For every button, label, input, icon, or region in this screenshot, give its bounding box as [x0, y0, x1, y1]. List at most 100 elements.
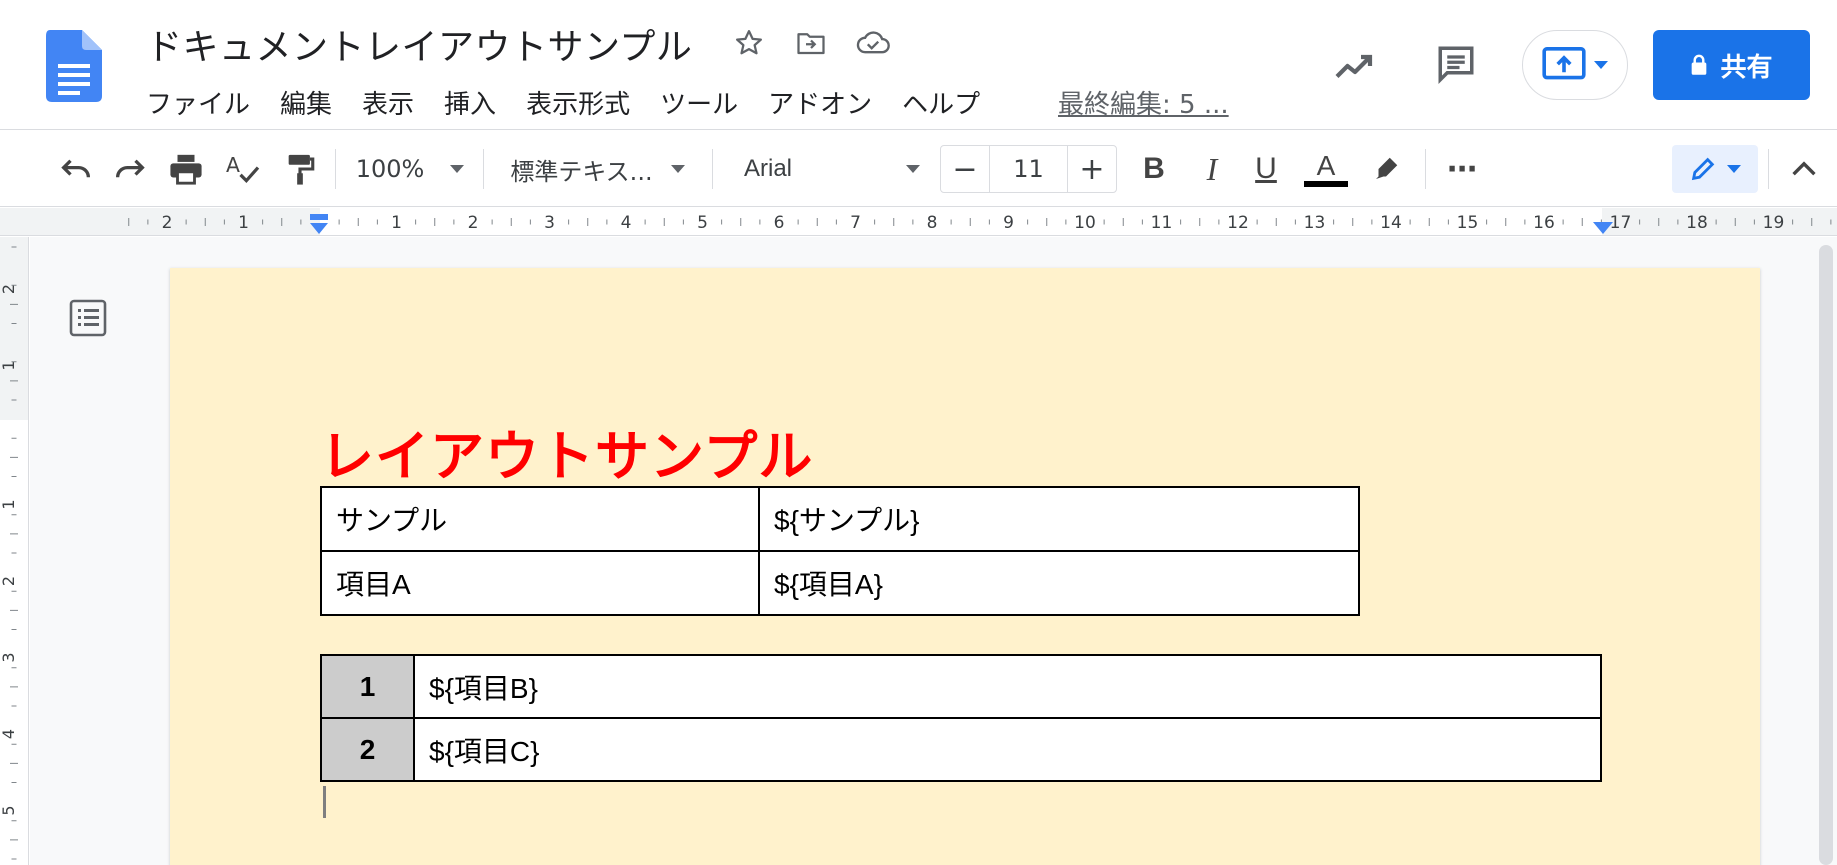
toolbar-divider [335, 149, 336, 189]
increase-font-size-button[interactable]: + [1068, 146, 1116, 192]
ruler-label: 5 [697, 213, 708, 233]
highlight-icon[interactable] [1362, 145, 1410, 193]
table-row: サンプル ${サンプル} [320, 486, 1360, 552]
font-select[interactable]: Arial [732, 145, 924, 193]
header: ドキュメントレイアウトサンプル ファイル 編集 表示 挿入 表示形式 ツール ア… [0, 0, 1837, 130]
vruler-ticks: 2112345 [0, 246, 18, 860]
ruler-label: 5 [0, 805, 18, 815]
last-edit-link[interactable]: 最終編集: 5 ... [1058, 80, 1229, 125]
menu-tools[interactable]: ツール [645, 80, 753, 125]
right-indent-marker[interactable] [1591, 220, 1615, 236]
table-number-cell[interactable]: 1 [320, 654, 415, 719]
menu-file[interactable]: ファイル [144, 80, 265, 125]
chevron-down-icon [1727, 165, 1741, 173]
ruler-label: 7 [850, 213, 861, 233]
lock-icon [1692, 54, 1707, 75]
ruler-label: 4 [621, 213, 632, 233]
toolbar-divider [1425, 149, 1426, 189]
toolbar-divider [1768, 149, 1769, 189]
document-outline-icon[interactable] [68, 298, 108, 338]
table-cell[interactable]: 項目A [320, 550, 760, 616]
ruler-label: 1 [391, 213, 402, 233]
table-cell[interactable]: ${項目A} [758, 550, 1360, 616]
table-row: 項目A ${項目A} [320, 550, 1360, 616]
font-size-input[interactable]: 11 [989, 146, 1068, 192]
style-select[interactable]: 標準テキス... [500, 145, 695, 193]
cloud-saved-icon[interactable] [856, 26, 890, 60]
bold-icon[interactable]: B [1130, 145, 1178, 193]
menu-format[interactable]: 表示形式 [511, 80, 645, 125]
numbered-table: 1 ${項目B} 2 ${項目C} [320, 654, 1602, 782]
font-value: Arial [744, 155, 793, 182]
ruler-label: 3 [544, 213, 555, 233]
text-color-icon: A [1316, 150, 1336, 181]
ruler-label: 11 [1151, 213, 1173, 233]
comments-icon[interactable] [1430, 38, 1482, 90]
ruler-label: 2 [162, 213, 173, 233]
ruler-label: 18 [1686, 213, 1708, 233]
undo-icon[interactable] [52, 145, 100, 193]
table-cell[interactable]: サンプル [320, 486, 760, 552]
ruler-label: 4 [0, 729, 18, 739]
ruler-label: 2 [0, 576, 18, 586]
spellcheck-icon[interactable]: A [218, 145, 266, 193]
toolbar: A 100% 標準テキス... Arial [0, 131, 1837, 207]
activity-trend-icon[interactable] [1329, 40, 1381, 92]
text-color-button[interactable]: A [1300, 145, 1352, 193]
table-cell[interactable]: ${項目C} [413, 717, 1602, 782]
move-to-folder-icon[interactable] [794, 26, 828, 60]
menu-help[interactable]: ヘルプ [887, 80, 995, 125]
vertical-scrollbar[interactable] [1819, 245, 1833, 865]
document-heading[interactable]: レイアウトサンプル [320, 412, 813, 491]
ruler-label: 13 [1304, 213, 1326, 233]
zoom-select[interactable]: 100% [350, 145, 470, 193]
underline-icon[interactable]: U [1242, 145, 1290, 193]
google-docs-logo[interactable] [46, 30, 102, 102]
font-size-control: − 11 + [940, 145, 1117, 193]
info-table: サンプル ${サンプル} 項目A ${項目A} [320, 486, 1360, 616]
toolbar-divider [712, 149, 713, 189]
ruler-label: 2 [468, 213, 479, 233]
ruler-label: 1 [0, 499, 18, 509]
chevron-down-icon [450, 165, 465, 173]
paint-format-icon[interactable] [276, 145, 324, 193]
redo-icon[interactable] [106, 145, 154, 193]
style-value: 標準テキス... [510, 157, 653, 186]
ruler-label: 10 [1074, 213, 1096, 233]
present-button[interactable] [1522, 30, 1628, 100]
italic-icon[interactable]: I [1188, 145, 1236, 193]
menu-bar: ファイル 編集 表示 挿入 表示形式 ツール アドオン ヘルプ [144, 80, 995, 125]
ruler-label: 3 [0, 652, 18, 662]
svg-text:A: A [226, 153, 240, 177]
menu-addons[interactable]: アドオン [753, 80, 887, 125]
ruler-label: 14 [1380, 213, 1402, 233]
table-row: 2 ${項目C} [320, 717, 1602, 782]
text-color-swatch [1304, 181, 1348, 187]
ruler-label: 19 [1763, 213, 1785, 233]
left-indent-marker[interactable] [306, 214, 332, 236]
print-icon[interactable] [162, 145, 210, 193]
zoom-value: 100% [355, 155, 425, 183]
menu-view[interactable]: 表示 [347, 80, 429, 125]
collapse-menus-icon[interactable] [1780, 145, 1828, 193]
menu-insert[interactable]: 挿入 [429, 80, 511, 125]
table-row: 1 ${項目B} [320, 654, 1602, 719]
present-icon [1542, 47, 1586, 80]
table-cell[interactable]: ${項目B} [413, 654, 1602, 719]
horizontal-ruler[interactable]: 2 1 1 2 3 4 5 6 7 8 9 10 11 12 13 14 15 16 17 18 19 [0, 208, 1837, 236]
ruler-ticks: 2 1 1 2 3 4 5 6 7 8 9 10 11 12 13 14 15 16 17 18 19 [128, 213, 1832, 233]
editing-mode-button[interactable] [1672, 145, 1758, 193]
chevron-down-icon [670, 165, 685, 173]
decrease-font-size-button[interactable]: − [941, 146, 989, 192]
star-icon[interactable] [732, 26, 766, 60]
table-number-cell[interactable]: 2 [320, 717, 415, 782]
more-options-icon[interactable]: ⋯ [1438, 145, 1486, 193]
table-cell[interactable]: ${サンプル} [758, 486, 1360, 552]
document-title[interactable]: ドキュメントレイアウトサンプル [146, 18, 692, 70]
share-button[interactable]: 共有 [1653, 30, 1810, 100]
ruler-label: 15 [1457, 213, 1479, 233]
vertical-ruler[interactable]: 2112345 [0, 237, 29, 865]
ruler-label: 1 [238, 213, 249, 233]
menu-edit[interactable]: 編集 [265, 80, 347, 125]
title-icons [732, 26, 890, 60]
